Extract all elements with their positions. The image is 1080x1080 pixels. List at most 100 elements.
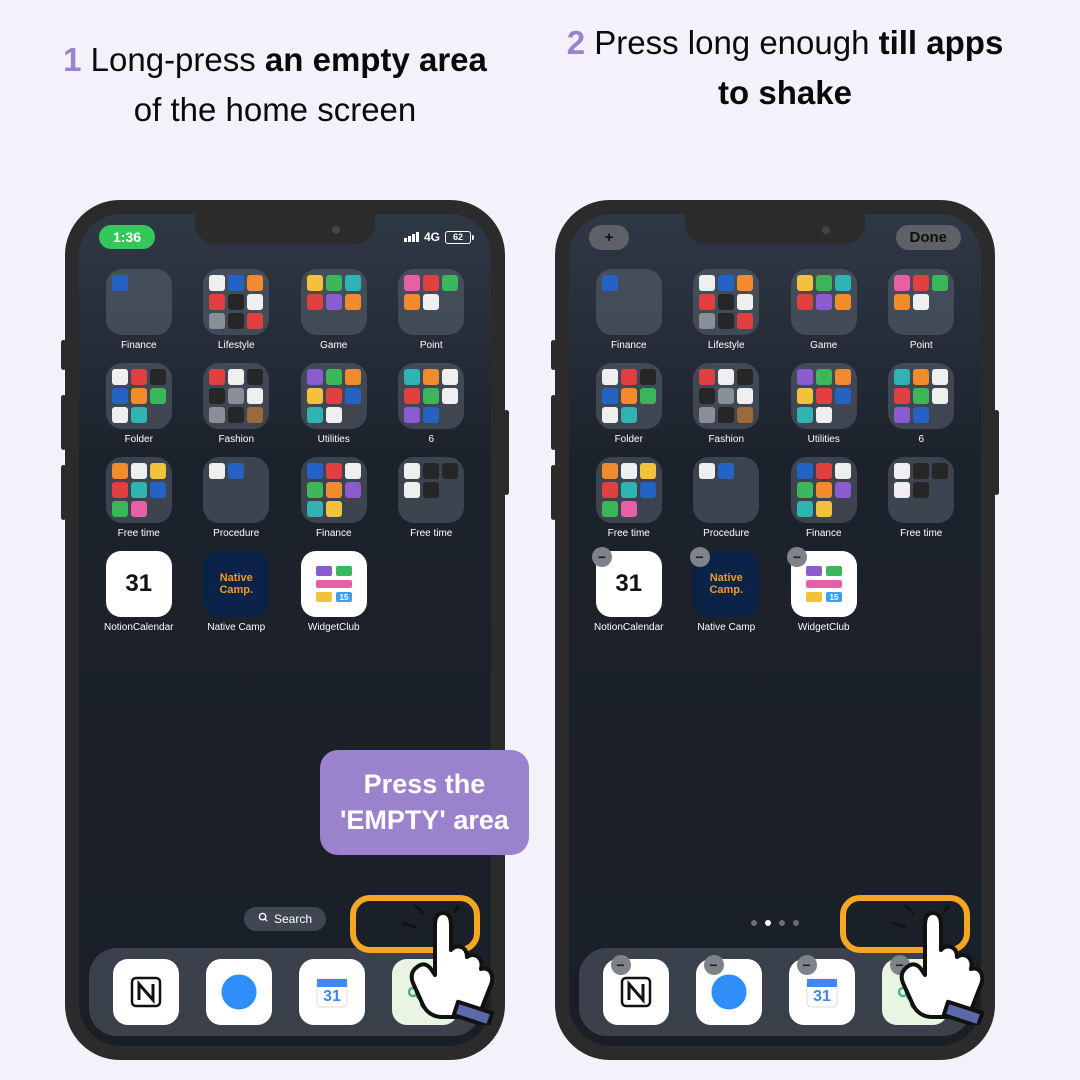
- home-app[interactable]: − 15 WidgetClub: [779, 551, 869, 633]
- folder-icon[interactable]: [301, 363, 367, 429]
- folder-label: Free time: [118, 528, 160, 539]
- page-indicator[interactable]: [751, 920, 799, 926]
- remove-badge[interactable]: −: [704, 955, 724, 975]
- notch: [685, 214, 865, 244]
- folder-label: Procedure: [213, 528, 259, 539]
- folder-icon[interactable]: [398, 363, 464, 429]
- svg-text:15: 15: [829, 593, 838, 602]
- home-folder[interactable]: Utilities: [289, 363, 379, 445]
- dock-app[interactable]: 31: [299, 959, 365, 1025]
- dock-app[interactable]: −: [603, 959, 669, 1025]
- dock-app[interactable]: [113, 959, 179, 1025]
- folder-icon[interactable]: [301, 457, 367, 523]
- folder-label: Finance: [611, 340, 647, 351]
- folder-icon[interactable]: [596, 363, 662, 429]
- app-label: WidgetClub: [798, 622, 850, 633]
- home-folder[interactable]: Finance: [779, 457, 869, 539]
- folder-icon[interactable]: [398, 269, 464, 335]
- folder-icon[interactable]: [106, 457, 172, 523]
- folder-label: Free time: [410, 528, 452, 539]
- remove-badge[interactable]: −: [797, 955, 817, 975]
- folder-icon[interactable]: [791, 363, 857, 429]
- add-widget-button[interactable]: +: [589, 225, 629, 250]
- folder-icon[interactable]: [203, 269, 269, 335]
- folder-icon[interactable]: [888, 269, 954, 335]
- folder-icon[interactable]: [888, 457, 954, 523]
- home-folder[interactable]: Fashion: [682, 363, 772, 445]
- home-folder[interactable]: Finance: [94, 269, 184, 351]
- folder-icon[interactable]: [301, 269, 367, 335]
- folder-label: Folder: [125, 434, 153, 445]
- remove-badge[interactable]: −: [611, 955, 631, 975]
- folder-icon[interactable]: [398, 457, 464, 523]
- battery-icon: 62: [445, 231, 471, 244]
- folder-label: Free time: [608, 528, 650, 539]
- folder-icon[interactable]: [693, 269, 759, 335]
- pointer-hand-icon: [395, 905, 505, 1025]
- folder-label: 6: [428, 434, 434, 445]
- notch: [195, 214, 375, 244]
- folder-icon[interactable]: [596, 457, 662, 523]
- home-app[interactable]: 15 WidgetClub: [289, 551, 379, 633]
- folder-icon[interactable]: [106, 363, 172, 429]
- folder-icon[interactable]: [693, 457, 759, 523]
- home-folder[interactable]: 6: [877, 363, 967, 445]
- home-folder[interactable]: Point: [877, 269, 967, 351]
- folder-label: Procedure: [703, 528, 749, 539]
- home-folder[interactable]: 6: [387, 363, 477, 445]
- home-folder[interactable]: Free time: [584, 457, 674, 539]
- folder-icon[interactable]: [791, 457, 857, 523]
- home-folder[interactable]: Game: [779, 269, 869, 351]
- home-folder[interactable]: Fashion: [192, 363, 282, 445]
- dock-app[interactable]: −: [696, 959, 762, 1025]
- folder-icon[interactable]: [203, 457, 269, 523]
- home-folder[interactable]: Free time: [387, 457, 477, 539]
- search-button[interactable]: Search: [244, 907, 326, 931]
- folder-icon[interactable]: [106, 269, 172, 335]
- folder-icon[interactable]: [203, 363, 269, 429]
- folder-label: Point: [910, 340, 933, 351]
- folder-icon[interactable]: [791, 269, 857, 335]
- dock-app[interactable]: [206, 959, 272, 1025]
- home-folder[interactable]: Finance: [289, 457, 379, 539]
- app-icon[interactable]: 15: [301, 551, 367, 617]
- remove-badge[interactable]: −: [592, 547, 612, 567]
- folder-label: Finance: [316, 528, 352, 539]
- folder-label: Utilities: [808, 434, 840, 445]
- home-folder[interactable]: Utilities: [779, 363, 869, 445]
- folder-label: Finance: [806, 528, 842, 539]
- svg-text:31: 31: [323, 988, 341, 1005]
- signal-icon: [404, 232, 419, 242]
- app-icon[interactable]: 31: [106, 551, 172, 617]
- home-folder[interactable]: Procedure: [682, 457, 772, 539]
- folder-label: Fashion: [218, 434, 254, 445]
- app-label: NotionCalendar: [594, 622, 664, 633]
- remove-badge[interactable]: −: [787, 547, 807, 567]
- folder-icon[interactable]: [693, 363, 759, 429]
- home-folder[interactable]: Procedure: [192, 457, 282, 539]
- home-folder[interactable]: Folder: [584, 363, 674, 445]
- home-folder[interactable]: Lifestyle: [682, 269, 772, 351]
- home-folder[interactable]: Free time: [94, 457, 184, 539]
- home-app[interactable]: −31 NotionCalendar: [584, 551, 674, 633]
- dock-app[interactable]: −31: [789, 959, 855, 1025]
- folder-icon[interactable]: [596, 269, 662, 335]
- home-folder[interactable]: Lifestyle: [192, 269, 282, 351]
- pointer-hand-icon: [885, 905, 995, 1025]
- home-folder[interactable]: Folder: [94, 363, 184, 445]
- folder-label: Lifestyle: [218, 340, 255, 351]
- home-folder[interactable]: Point: [387, 269, 477, 351]
- app-label: Native Camp: [697, 622, 755, 633]
- svg-text:15: 15: [339, 593, 348, 602]
- home-folder[interactable]: Free time: [877, 457, 967, 539]
- app-icon[interactable]: NativeCamp.: [203, 551, 269, 617]
- remove-badge[interactable]: −: [690, 547, 710, 567]
- home-folder[interactable]: Game: [289, 269, 379, 351]
- done-button[interactable]: Done: [896, 225, 962, 250]
- home-app[interactable]: 31 NotionCalendar: [94, 551, 184, 633]
- home-app[interactable]: NativeCamp. Native Camp: [192, 551, 282, 633]
- time-pill[interactable]: 1:36: [99, 225, 155, 249]
- home-folder[interactable]: Finance: [584, 269, 674, 351]
- home-app[interactable]: −NativeCamp. Native Camp: [682, 551, 772, 633]
- folder-icon[interactable]: [888, 363, 954, 429]
